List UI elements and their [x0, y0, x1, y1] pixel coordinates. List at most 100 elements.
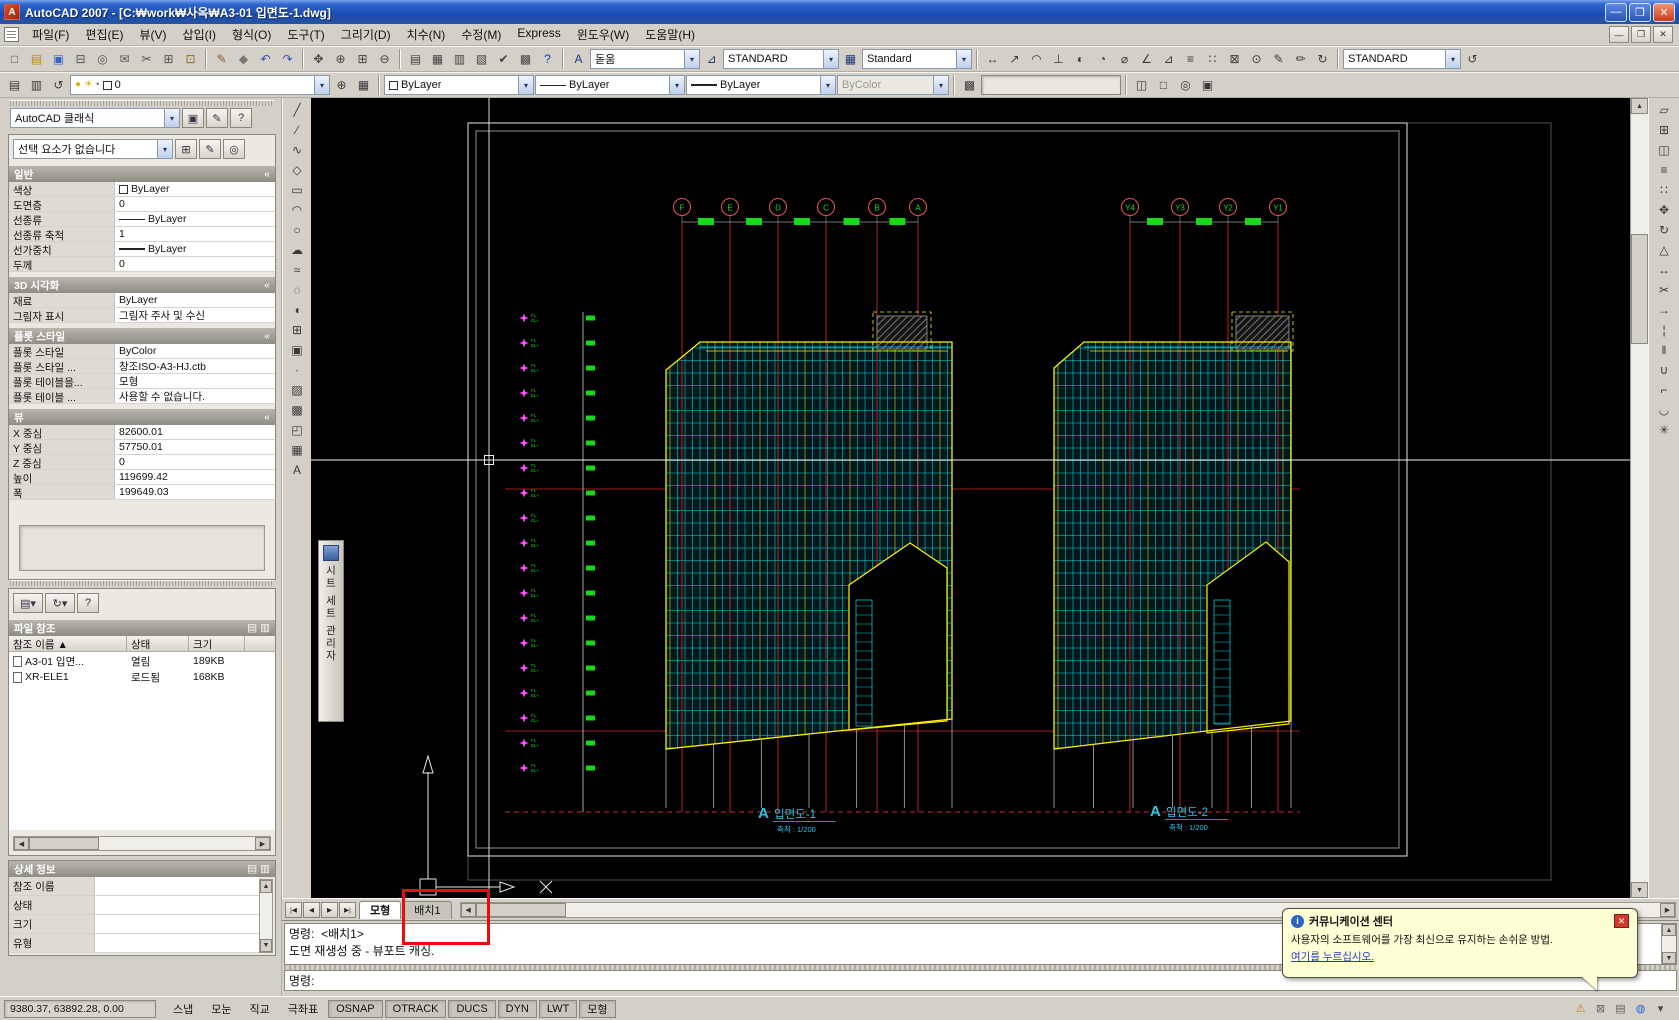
trim-icon[interactable]: ✂ [1654, 280, 1675, 300]
dropdown-arrow-icon[interactable]: ▾ [684, 50, 699, 68]
gradient-icon[interactable]: ▩ [287, 400, 308, 420]
tool-palettes-icon[interactable]: ▥ [449, 49, 470, 69]
polyline-icon[interactable]: ∿ [287, 140, 308, 160]
pan-icon[interactable]: ✥ [308, 49, 329, 69]
toggle-DUCS[interactable]: DUCS [448, 1000, 495, 1018]
spline-icon[interactable]: ≈ [287, 260, 308, 280]
quick-select-button[interactable]: ◎ [223, 139, 245, 159]
quickcalc-toolbar-icon[interactable]: ▩ [959, 75, 980, 95]
hatch-icon[interactable]: ▨ [287, 380, 308, 400]
menu-item-6[interactable]: 그리기(D) [333, 23, 399, 46]
dim-jogged-icon[interactable]: ◔ [1092, 49, 1113, 69]
xref-help-button[interactable]: ? [77, 593, 99, 613]
table-icon[interactable]: ▦ [287, 440, 308, 460]
command-scrollbar[interactable]: ▲ ▼ [1661, 924, 1676, 964]
table-style-select[interactable]: Standard▾ [862, 49, 972, 69]
property-value[interactable]: ByLayer [115, 293, 275, 307]
dim-style-select[interactable]: STANDARD▾ [723, 49, 839, 69]
dropdown-arrow-icon[interactable]: ▾ [164, 109, 179, 127]
menu-item-0[interactable]: 파일(F) [24, 23, 77, 46]
coordinate-display[interactable]: 9380.37, 63892.28, 0.00 [4, 1000, 156, 1018]
arc-icon[interactable]: ◠ [287, 200, 308, 220]
dim-angular-icon[interactable]: ∠ [1136, 49, 1157, 69]
dim-edit-icon[interactable]: ✎ [1268, 49, 1289, 69]
dim-diameter-icon[interactable]: ⌀ [1114, 49, 1135, 69]
layer-select[interactable]: ●☀▪0▾ [70, 75, 330, 95]
viewports-icon[interactable]: ◫ [1131, 75, 1152, 95]
offset-icon[interactable]: ≡ [1654, 160, 1675, 180]
zoom-previous-icon[interactable]: ⊖ [374, 49, 395, 69]
cut-icon[interactable]: ✂ [136, 49, 157, 69]
help-icon[interactable]: ? [537, 49, 558, 69]
mdi-restore-button[interactable]: ❒ [1631, 26, 1651, 43]
toggle-LWT[interactable]: LWT [539, 1000, 577, 1018]
plot-icon[interactable]: ⊟ [70, 49, 91, 69]
toggle-모형[interactable]: 모형 [579, 1000, 615, 1018]
select-objects-button[interactable]: ✎ [199, 139, 221, 159]
property-value[interactable]: 57750.01 [115, 440, 275, 454]
layer-properties-manager-icon[interactable]: ▤ [4, 75, 25, 95]
region-icon[interactable]: ◰ [287, 420, 308, 440]
property-value[interactable]: 0 [115, 455, 275, 469]
make-block-icon[interactable]: ▣ [287, 340, 308, 360]
toggle-OTRACK[interactable]: OTRACK [385, 1000, 447, 1018]
property-value[interactable]: ByLayer [115, 182, 275, 196]
section-header-0[interactable]: 일반« [9, 166, 275, 182]
scroll-down-icon[interactable]: ▼ [260, 939, 272, 952]
tab-first-button[interactable]: |◀ [285, 902, 302, 918]
dim-continue-icon[interactable]: ∷ [1202, 49, 1223, 69]
layer-previous-icon[interactable]: ↺ [48, 75, 69, 95]
plot-preview-icon[interactable]: ◎ [92, 49, 113, 69]
dim-arc-length-icon[interactable]: ◠ [1026, 49, 1047, 69]
workspace-help-button[interactable]: ? [230, 108, 252, 128]
fillet-icon[interactable]: ◡ [1654, 400, 1675, 420]
layer-isolate-icon[interactable]: ▦ [353, 75, 374, 95]
tray-lock-icon[interactable]: ⊠ [1592, 1000, 1609, 1017]
details-vertical-scrollbar[interactable]: ▲ ▼ [259, 879, 273, 953]
workspace-save-button[interactable]: ✎ [206, 108, 228, 128]
section-header-2[interactable]: 플롯 스타일« [9, 328, 275, 344]
block-editor-icon[interactable]: ◆ [233, 49, 254, 69]
make-object-layer-current-icon[interactable]: ⊕ [331, 75, 352, 95]
current-dim-style-select[interactable]: STANDARD▾ [1343, 49, 1461, 69]
mdi-minimize-button[interactable]: — [1609, 26, 1629, 43]
tab-prev-button[interactable]: ◀ [303, 902, 320, 918]
insert-block-icon[interactable]: ⊞ [287, 320, 308, 340]
window-minimize-button[interactable]: — [1605, 3, 1627, 22]
toggle-극좌표[interactable]: 극좌표 [280, 1000, 326, 1018]
extend-icon[interactable]: → [1654, 300, 1675, 320]
workspace-settings-button[interactable]: ▣ [182, 108, 204, 128]
property-value[interactable]: 사용할 수 없습니다. [115, 389, 275, 403]
undo-icon[interactable]: ↶ [255, 49, 276, 69]
tab-next-button[interactable]: ▶ [321, 902, 338, 918]
tab-model[interactable]: 모형 [359, 901, 401, 919]
dropdown-arrow-icon[interactable]: ▾ [820, 76, 835, 94]
dim-radius-icon[interactable]: ◐ [1070, 49, 1091, 69]
scroll-right-icon[interactable]: ▶ [1660, 903, 1675, 917]
drawing-canvas[interactable]: FEDCBAA입면도-1축척 : 1/200Y4Y3Y2Y1A입면도-2축척 :… [311, 98, 1630, 898]
selection-select[interactable]: 선택 요소가 없습니다 ▾ [13, 139, 173, 159]
menu-item-1[interactable]: 편집(E) [77, 23, 131, 46]
property-value[interactable]: 1 [115, 227, 275, 241]
explode-icon[interactable]: ✳ [1654, 420, 1675, 440]
dim-linear-icon[interactable]: ↔ [982, 49, 1003, 69]
scale-icon[interactable]: △ [1654, 240, 1675, 260]
drawing-vertical-scrollbar[interactable]: ▲ ▼ [1630, 98, 1648, 898]
3d-orbit-icon[interactable]: ◎ [1175, 75, 1196, 95]
scroll-left-icon[interactable]: ◀ [14, 837, 29, 850]
scroll-up-icon[interactable]: ▲ [1631, 98, 1648, 114]
scrollbar-thumb[interactable] [29, 837, 99, 850]
line-icon[interactable]: ╱ [287, 100, 308, 120]
rectangle-icon[interactable]: ▭ [287, 180, 308, 200]
attach-file-button[interactable]: ▤▾ [13, 593, 43, 613]
menu-item-5[interactable]: 도구(T) [279, 23, 332, 46]
array-icon[interactable]: ∷ [1654, 180, 1675, 200]
toggle-pickadd-button[interactable]: ⊞ [175, 139, 197, 159]
named-views-icon[interactable]: □ [1153, 75, 1174, 95]
property-value[interactable]: ByLayer [115, 212, 275, 226]
section-header-3[interactable]: 뷰« [9, 409, 275, 425]
xref-row[interactable]: A3-01 입면...열림189KB [9, 653, 275, 669]
dim-update-icon[interactable]: ↻ [1312, 49, 1333, 69]
balloon-link[interactable]: 여기를 누르십시오. [1291, 949, 1374, 964]
dropdown-arrow-icon[interactable]: ▾ [518, 76, 533, 94]
